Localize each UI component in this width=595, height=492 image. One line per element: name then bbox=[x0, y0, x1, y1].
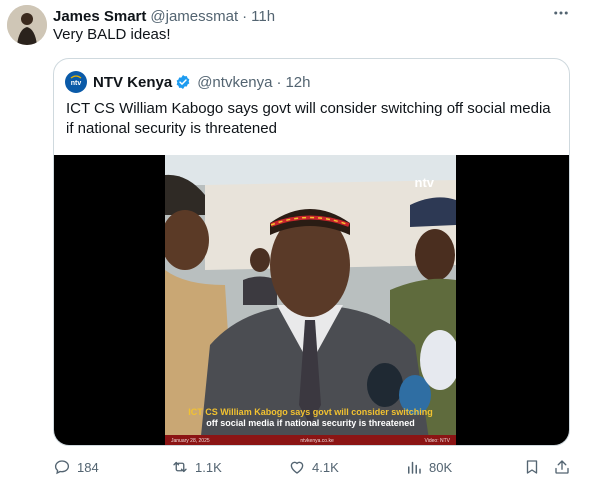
quoted-tweet[interactable]: ntv NTV Kenya @ntvkenya · 12h ICT CS Wil… bbox=[53, 58, 570, 446]
repost-button[interactable]: 1.1K bbox=[171, 455, 222, 479]
ntv-avatar[interactable]: ntv bbox=[65, 71, 87, 93]
like-button[interactable]: 4.1K bbox=[288, 455, 339, 479]
views-button[interactable]: 80K bbox=[405, 455, 452, 479]
video-frame[interactable]: ntv ICT CS William Kabogo says govt will… bbox=[165, 155, 456, 445]
reply-count: 184 bbox=[77, 459, 99, 475]
quoted-separator-dot: · bbox=[276, 73, 282, 91]
ntv-logo: ntv bbox=[414, 175, 435, 190]
quoted-author-handle[interactable]: @ntvkenya bbox=[197, 74, 272, 91]
tweet-text: Very BALD ideas! bbox=[53, 26, 171, 43]
reply-button[interactable]: 184 bbox=[53, 455, 99, 479]
bookmark-button[interactable] bbox=[523, 455, 547, 479]
quoted-author-name[interactable]: NTV Kenya bbox=[93, 74, 172, 91]
video-footer-site: ntvkenya.co.ke bbox=[300, 437, 334, 444]
separator-dot: · bbox=[242, 7, 248, 25]
views-count: 80K bbox=[429, 459, 453, 475]
more-icon[interactable] bbox=[549, 4, 573, 24]
video-caption-line1: ICT CS William Kabogo says govt will con… bbox=[188, 407, 433, 417]
heart-icon bbox=[290, 461, 304, 474]
repost-icon bbox=[173, 461, 187, 473]
repost-count: 1.1K bbox=[195, 459, 222, 475]
tweet-time[interactable]: 11h bbox=[251, 8, 275, 25]
like-count: 4.1K bbox=[312, 459, 339, 475]
author-name[interactable]: James Smart bbox=[53, 8, 146, 25]
avatar[interactable] bbox=[7, 5, 47, 45]
views-icon bbox=[408, 461, 421, 474]
share-button[interactable] bbox=[553, 455, 577, 479]
author-handle[interactable]: @jamessmat bbox=[150, 8, 238, 25]
quoted-tweet-time[interactable]: 12h bbox=[285, 74, 310, 91]
share-icon bbox=[555, 460, 569, 474]
video-footer-bar: January 28, 2025 ntvkenya.co.ke Video: N… bbox=[165, 435, 456, 445]
bookmark-icon bbox=[526, 460, 538, 474]
verified-badge-icon bbox=[176, 75, 190, 89]
quoted-tweet-text: ICT CS William Kabogo says govt will con… bbox=[66, 100, 551, 137]
tweet-actions: 184 1.1K 4.1K 80K bbox=[53, 455, 573, 479]
tweet-header: James Smart @jamessmat · 11h bbox=[53, 6, 555, 26]
reply-icon bbox=[54, 460, 70, 475]
video-footer-date: January 28, 2025 bbox=[171, 437, 210, 444]
svg-text:ntv: ntv bbox=[71, 80, 82, 87]
video-caption: ICT CS William Kabogo says govt will con… bbox=[165, 407, 456, 429]
video-footer-credit: Video: NTV bbox=[424, 437, 450, 444]
video-player[interactable]: ntv ICT CS William Kabogo says govt will… bbox=[54, 155, 569, 445]
video-caption-line2: off social media if national security is… bbox=[206, 418, 415, 428]
quoted-tweet-header: ntv NTV Kenya @ntvkenya · 12h bbox=[65, 71, 311, 93]
